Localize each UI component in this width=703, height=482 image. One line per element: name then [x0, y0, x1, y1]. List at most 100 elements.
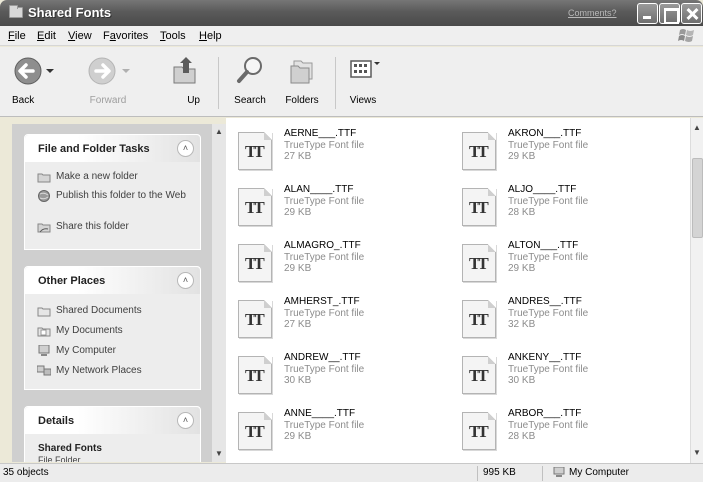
- scroll-thumb[interactable]: [692, 158, 703, 238]
- toolbar: Back Forward Up Search Folders Views: [0, 47, 703, 117]
- file-type: TrueType Font file: [284, 308, 365, 319]
- folders-button[interactable]: Folders: [279, 53, 325, 106]
- comments-link[interactable]: Comments?: [568, 8, 617, 18]
- scroll-down-arrow-icon[interactable]: ▼: [691, 447, 703, 459]
- file-name: AKRON___.TTF: [508, 128, 582, 139]
- file-size: 30 KB: [508, 375, 536, 386]
- menu-view[interactable]: View: [68, 30, 92, 42]
- truetype-font-file-icon: TT: [238, 412, 272, 450]
- forward-button[interactable]: Forward: [80, 53, 136, 106]
- truetype-font-file-icon: TT: [462, 244, 496, 282]
- file-name: ALAN____.TTF: [284, 184, 354, 195]
- file-list: TT AERNE___.TTF TrueType Font file 27 KB TT A…: [226, 118, 690, 463]
- file-type: TrueType Font file: [284, 252, 365, 263]
- new-folder-icon: [37, 173, 51, 183]
- toolbar-separator: [335, 57, 336, 109]
- file-name: AMHERST_.TTF: [284, 296, 360, 307]
- close-button[interactable]: [681, 3, 702, 24]
- collapse-chevron-icon[interactable]: ˄: [177, 140, 194, 157]
- search-button[interactable]: Search: [228, 53, 272, 106]
- truetype-font-file-icon: TT: [238, 132, 272, 170]
- window-title: Shared Fonts: [28, 5, 112, 20]
- file-item[interactable]: TT ARBOR___.TTF TrueType Font file 28 KB: [462, 408, 682, 452]
- menu-edit[interactable]: Edit: [37, 30, 56, 42]
- minimize-button[interactable]: [637, 3, 658, 24]
- scroll-down-arrow-icon[interactable]: ▼: [213, 448, 225, 460]
- views-button[interactable]: Views: [340, 53, 386, 106]
- computer-icon: [38, 345, 50, 356]
- documents-icon: [37, 327, 51, 337]
- status-size: 995 KB: [483, 467, 516, 478]
- details-panel: Details ˄ Shared Fonts File Folder: [24, 406, 201, 462]
- file-item[interactable]: TT AERNE___.TTF TrueType Font file 27 KB: [238, 128, 458, 172]
- globe-icon: [38, 190, 50, 202]
- folder-icon: [37, 307, 51, 317]
- scroll-up-arrow-icon[interactable]: ▲: [213, 126, 225, 138]
- file-item[interactable]: TT ALTON___.TTF TrueType Font file 29 KB: [462, 240, 682, 284]
- forward-arrow-icon: [88, 57, 130, 85]
- task-pane-scrollbar[interactable]: ▲ ▼: [212, 124, 226, 462]
- status-location: My Computer: [569, 467, 630, 478]
- file-size: 27 KB: [284, 319, 312, 330]
- menu-help[interactable]: Help: [199, 30, 222, 42]
- status-bar: 35 objects 995 KB My Computer: [0, 463, 703, 482]
- file-item[interactable]: TT ALJO____.TTF TrueType Font file 28 KB: [462, 184, 682, 228]
- file-item[interactable]: TT ALAN____.TTF TrueType Font file 29 KB: [238, 184, 458, 228]
- truetype-font-file-icon: TT: [462, 132, 496, 170]
- file-size: 28 KB: [508, 431, 536, 442]
- file-size: 32 KB: [508, 319, 536, 330]
- file-name: ANKENY__.TTF: [508, 352, 582, 363]
- truetype-font-file-icon: TT: [238, 356, 272, 394]
- menu-tools[interactable]: Tools: [160, 30, 186, 42]
- truetype-font-file-icon: TT: [238, 188, 272, 226]
- panel-title: Details: [38, 415, 75, 427]
- folder-up-icon: [173, 57, 196, 84]
- menu-favorites[interactable]: Favorites: [103, 30, 148, 42]
- menu-bar: File Edit View Favorites Tools Help: [0, 26, 703, 46]
- file-item[interactable]: TT ANDREW__.TTF TrueType Font file 30 KB: [238, 352, 458, 396]
- folders-icon: [290, 60, 313, 84]
- file-size: 29 KB: [284, 431, 312, 442]
- file-item[interactable]: TT AKRON___.TTF TrueType Font file 29 KB: [462, 128, 682, 172]
- other-places-header[interactable]: Other Places ˄: [25, 267, 200, 294]
- file-size: 30 KB: [284, 375, 312, 386]
- file-name: ANNE____.TTF: [284, 408, 356, 419]
- collapse-chevron-icon[interactable]: ˄: [177, 272, 194, 289]
- file-item[interactable]: TT ANDRES__.TTF TrueType Font file 32 KB: [462, 296, 682, 340]
- menu-file[interactable]: File: [8, 30, 26, 42]
- file-name: ALTON___.TTF: [508, 240, 579, 251]
- explorer-window: Shared Fonts Comments? File Edit View Fa…: [0, 0, 703, 482]
- search-icon: [237, 57, 262, 83]
- file-size: 29 KB: [508, 263, 536, 274]
- file-size: 29 KB: [508, 151, 536, 162]
- back-arrow-icon: [14, 57, 54, 85]
- back-button[interactable]: Back: [8, 53, 58, 106]
- status-divider: [542, 466, 543, 481]
- file-name: ALJO____.TTF: [508, 184, 577, 195]
- file-type: TrueType Font file: [508, 364, 589, 375]
- file-type: TrueType Font file: [508, 140, 589, 151]
- scroll-up-arrow-icon[interactable]: ▲: [691, 122, 703, 134]
- file-type: TrueType Font file: [508, 196, 589, 207]
- file-name: ALMAGRO_.TTF: [284, 240, 361, 251]
- file-item[interactable]: TT ANNE____.TTF TrueType Font file 29 KB: [238, 408, 458, 452]
- file-type: TrueType Font file: [284, 196, 365, 207]
- task-pane: File and Folder Tasks ˄ Make a new folde…: [12, 124, 212, 462]
- maximize-button[interactable]: [659, 3, 680, 24]
- details-header[interactable]: Details ˄: [25, 407, 200, 434]
- file-folder-tasks-header[interactable]: File and Folder Tasks ˄: [25, 135, 200, 162]
- title-bar[interactable]: Shared Fonts Comments?: [0, 0, 703, 26]
- up-button[interactable]: Up: [164, 53, 204, 106]
- collapse-chevron-icon[interactable]: ˄: [177, 412, 194, 429]
- file-name: ANDREW__.TTF: [284, 352, 361, 363]
- folder-icon: [9, 5, 23, 18]
- file-item[interactable]: TT ALMAGRO_.TTF TrueType Font file 29 KB: [238, 240, 458, 284]
- file-list-scrollbar[interactable]: ▲ ▼: [690, 118, 703, 463]
- status-object-count: 35 objects: [3, 467, 49, 478]
- file-item[interactable]: TT AMHERST_.TTF TrueType Font file 27 KB: [238, 296, 458, 340]
- file-item[interactable]: TT ANKENY__.TTF TrueType Font file 30 KB: [462, 352, 682, 396]
- file-folder-tasks-panel: File and Folder Tasks ˄ Make a new folde…: [24, 134, 201, 250]
- file-type: TrueType Font file: [284, 420, 365, 431]
- file-size: 27 KB: [284, 151, 312, 162]
- truetype-font-file-icon: TT: [462, 356, 496, 394]
